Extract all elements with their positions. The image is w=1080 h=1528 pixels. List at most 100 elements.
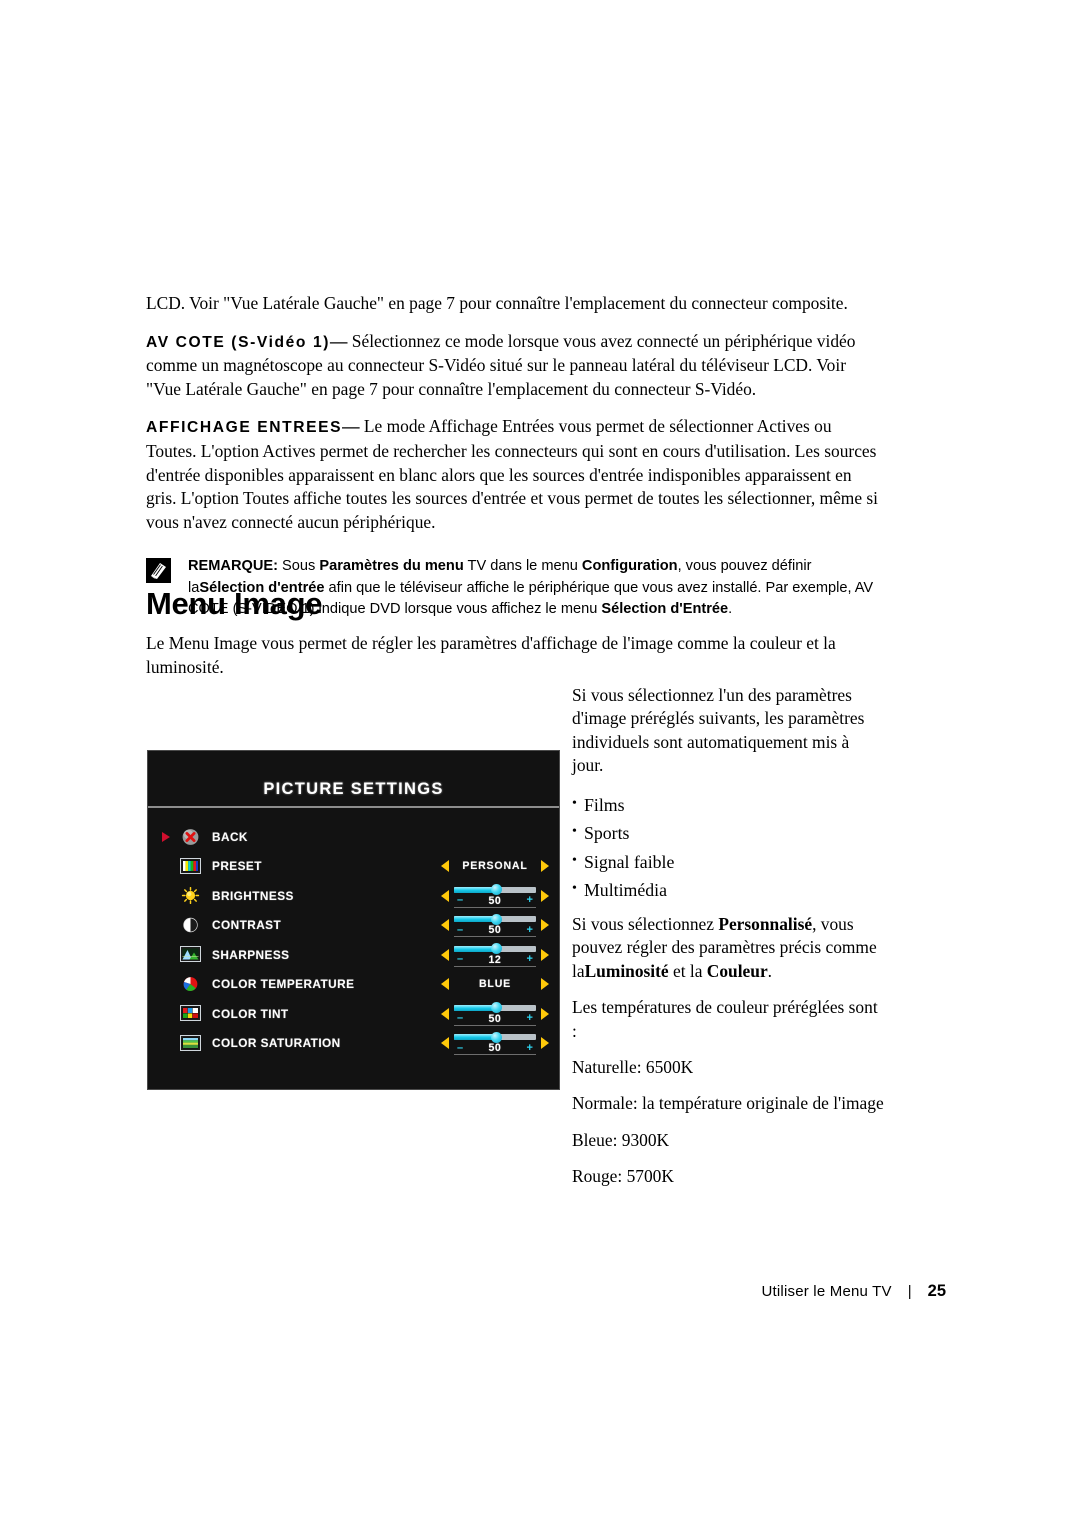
osd-row-brightness[interactable]: BRIGHTNESS – 50 + [148, 881, 559, 911]
color-saturation-screen-icon [174, 1034, 206, 1052]
arrow-left-icon[interactable] [441, 889, 449, 902]
osd-row-back[interactable]: BACK [148, 822, 559, 852]
slider-minus-icon[interactable]: – [457, 1013, 463, 1024]
arrow-right-icon[interactable] [541, 1007, 549, 1020]
contrast-halfcircle-icon [174, 916, 206, 934]
slider-value-row: – 50 + [454, 1042, 536, 1056]
page-footer: Utiliser le Menu TV | 25 [0, 1282, 1080, 1301]
arrow-right-icon[interactable] [541, 948, 549, 961]
osd-row-control[interactable]: BLUE [441, 978, 559, 991]
arrow-left-icon[interactable] [441, 948, 449, 961]
personal-note: Si vous sélectionnez Personnalisé, vous … [572, 914, 877, 981]
osd-row-sharpness[interactable]: SHARPNESS – 12 + [148, 940, 559, 970]
arrow-right-icon[interactable] [541, 1037, 549, 1050]
slider-value: 50 [488, 1012, 502, 1025]
slider-plus-icon[interactable]: + [527, 1013, 533, 1024]
footer-page-number: 25 [927, 1282, 946, 1300]
osd-row-label: COLOR SATURATION [212, 1036, 341, 1051]
osd-row-label: CONTRAST [212, 918, 282, 933]
osd-row-label: COLOR TINT [212, 1006, 289, 1021]
page-title: Menu Image [146, 586, 323, 621]
osd-row-color-temperature[interactable]: COLOR TEMPERATURE BLUE [148, 970, 559, 1000]
sharpness-mountain-icon [174, 946, 206, 963]
osd-row-color-tint[interactable]: COLOR TINT – 50 + [148, 999, 559, 1029]
arrow-left-icon[interactable] [441, 1037, 449, 1050]
slider-knob[interactable] [491, 1002, 503, 1014]
osd-slider[interactable]: – 50 + [454, 913, 536, 938]
color-tint-screen-icon [174, 1005, 206, 1022]
slider-minus-icon[interactable]: – [457, 895, 463, 906]
osd-row-preset[interactable]: PRESET PERSONAL [148, 852, 559, 882]
arrow-left-icon[interactable] [441, 919, 449, 932]
slider-knob[interactable] [491, 943, 503, 955]
temperature-line: Normale: la température originale de l'i… [572, 1093, 884, 1114]
osd-header: PICTURE SETTINGS [148, 751, 559, 808]
osd-cursor-cell [157, 831, 174, 842]
slider-value-row: – 50 + [454, 895, 536, 908]
selection-cursor-icon [161, 831, 170, 842]
arrow-right-icon[interactable] [541, 889, 549, 902]
slider-value: 50 [488, 924, 502, 937]
note-pencil-icon [146, 558, 171, 584]
footer-label: Utiliser le Menu TV [761, 1283, 892, 1300]
footer-separator: | [907, 1283, 912, 1300]
osd-option-value: BLUE [478, 978, 512, 991]
osd-slider[interactable]: – 50 + [454, 1002, 536, 1026]
osd-row-label: PRESET [212, 859, 262, 874]
osd-row-label: COLOR TEMPERATURE [212, 977, 355, 992]
preset-list-item: Films [572, 790, 884, 820]
right-text-column: Si vous sélectionnez l'un des paramètres… [572, 684, 884, 1202]
osd-row-control[interactable]: PERSONAL [441, 860, 559, 873]
note-label: REMARQUE: [188, 558, 278, 575]
osd-row-color-saturation[interactable]: COLOR SATURATION – 50 + [148, 1029, 559, 1059]
osd-row-control[interactable]: – 12 + [441, 943, 559, 967]
osd-row-label: SHARPNESS [212, 947, 290, 962]
temperature-line: Rouge: 5700K [572, 1166, 674, 1187]
slider-plus-icon[interactable]: + [527, 924, 533, 936]
arrow-left-icon[interactable] [441, 978, 449, 991]
arrow-left-icon[interactable] [441, 860, 449, 873]
preset-list-item: Sports [572, 818, 884, 848]
right-intro: Si vous sélectionnez l'un des paramètres… [572, 685, 865, 776]
slider-plus-icon[interactable]: + [527, 895, 533, 906]
osd-slider[interactable]: – 12 + [454, 943, 536, 967]
slider-value: 50 [488, 894, 502, 907]
osd-row-control[interactable]: – 50 + [441, 1031, 559, 1056]
temperature-list: Naturelle: 6500K Normale: la température … [572, 1056, 884, 1189]
osd-row-control[interactable]: – 50 + [441, 884, 559, 908]
slider-minus-icon[interactable]: – [457, 924, 463, 936]
paragraph-lcd: LCD. Voir "Vue Latérale Gauche" en page … [146, 292, 882, 316]
arrow-right-icon[interactable] [541, 978, 549, 991]
osd-row-label: BRIGHTNESS [212, 888, 294, 903]
paragraph-lcd-text: LCD. Voir "Vue Latérale Gauche" en page … [146, 293, 848, 313]
arrow-right-icon[interactable] [541, 860, 549, 873]
em-dash-2: — [342, 416, 360, 437]
em-dash-1: — [330, 330, 348, 351]
slider-plus-icon[interactable]: + [527, 954, 533, 965]
main-text-column: LCD. Voir "Vue Latérale Gauche" en page … [146, 292, 882, 621]
slider-plus-icon[interactable]: + [527, 1042, 533, 1054]
osd-row-control[interactable]: – 50 + [441, 913, 559, 938]
temperature-line: Naturelle: 6500K [572, 1057, 694, 1078]
osd-row-contrast[interactable]: CONTRAST – 50 + [148, 911, 559, 941]
term-affichage-entrees: AFFICHAGE ENTREES [146, 419, 343, 437]
osd-slider[interactable]: – 50 + [454, 1031, 536, 1056]
slider-minus-icon[interactable]: – [457, 1042, 463, 1054]
temperature-line: Bleue: 9300K [572, 1129, 670, 1150]
preset-colorbars-icon [174, 857, 206, 875]
arrow-left-icon[interactable] [441, 1007, 449, 1020]
preset-list-item: Multimédia [572, 875, 884, 905]
slider-value-row: – 50 + [454, 924, 536, 938]
slider-value-row: – 50 + [454, 1013, 536, 1026]
arrow-right-icon[interactable] [541, 919, 549, 932]
slider-value: 12 [488, 953, 502, 966]
color-temperature-piechart-icon [174, 975, 206, 993]
osd-rows: BACK PRESET PERSONAL BRIGHTNESS –50 + CONTRAST… [148, 808, 559, 1058]
term-av-cote: AV COTE (S-Vidéo 1) [146, 333, 331, 351]
slider-knob[interactable] [491, 884, 503, 896]
osd-row-control[interactable]: – 50 + [441, 1002, 559, 1026]
slider-minus-icon[interactable]: – [457, 954, 463, 965]
osd-slider[interactable]: – 50 + [454, 884, 536, 908]
osd-row-label: BACK [212, 829, 248, 844]
preset-list: FilmsSportsSignal faibleMultimédia [572, 790, 884, 905]
